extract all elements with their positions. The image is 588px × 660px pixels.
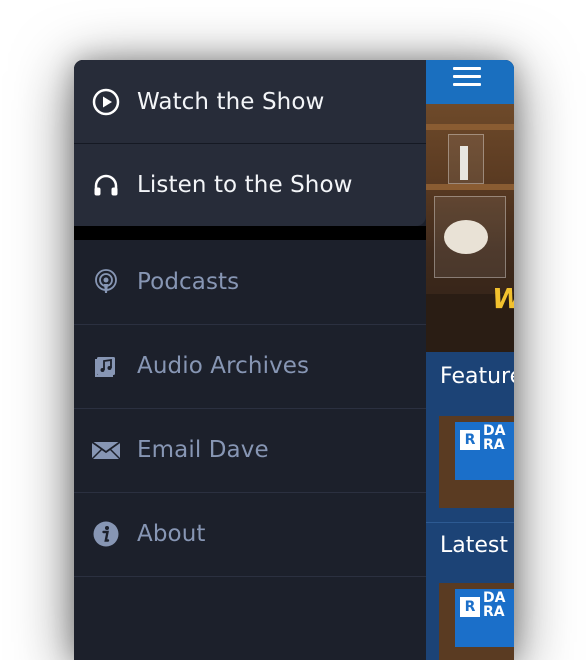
hero-image[interactable]: W — [426, 104, 514, 352]
menu-item-label: About — [137, 520, 206, 547]
latest-section-title: Latest Clips — [440, 533, 514, 558]
latest-section: Latest Clips R DARA — [426, 522, 514, 660]
menu-item-listen-to-the-show[interactable]: Listen to the Show — [74, 143, 426, 226]
envelope-icon — [91, 435, 121, 465]
menu-item-label: Podcasts — [137, 268, 240, 295]
thumbnail-logo: R — [460, 597, 480, 617]
app-window: Watch the Show Listen to the Show Podcas… — [74, 60, 514, 660]
thumbnail-text: DA RA — [483, 590, 506, 620]
menu-primary-group: Watch the Show Listen to the Show — [74, 60, 426, 226]
menu-item-email-dave[interactable]: Email Dave — [74, 408, 426, 491]
menu-section-separator — [74, 226, 426, 240]
hamburger-menu-icon[interactable] — [453, 67, 481, 91]
menu-item-podcasts[interactable]: Podcasts — [74, 240, 426, 323]
menu-item-label: Email Dave — [137, 436, 269, 463]
menu-item-label: Listen to the Show — [137, 171, 353, 198]
info-icon — [91, 519, 121, 549]
side-menu: Watch the Show Listen to the Show Podcas… — [74, 60, 426, 660]
featured-section-title: Featured — [440, 364, 514, 389]
hero-image-text: W — [492, 282, 514, 315]
headphones-icon — [91, 170, 121, 200]
music-note-icon — [91, 351, 121, 381]
app-header — [426, 60, 514, 104]
menu-item-audio-archives[interactable]: Audio Archives — [74, 324, 426, 407]
featured-section: Featured R DARA — [426, 352, 514, 522]
thumbnail-text: DA RA — [483, 423, 506, 453]
play-circle-icon — [91, 87, 121, 117]
main-content-peek: W Featured R DARA Latest Clips R DARA — [426, 60, 514, 660]
latest-thumbnail[interactable]: R DA RA — [439, 583, 514, 660]
menu-item-label: Audio Archives — [137, 352, 310, 379]
menu-item-watch-the-show[interactable]: Watch the Show — [74, 60, 426, 143]
thumbnail-logo: R — [460, 430, 480, 450]
podcast-icon — [91, 267, 121, 297]
menu-item-about[interactable]: About — [74, 492, 426, 575]
menu-divider — [74, 576, 426, 577]
featured-thumbnail[interactable]: R DA RA — [439, 416, 514, 508]
menu-item-label: Watch the Show — [137, 88, 325, 115]
